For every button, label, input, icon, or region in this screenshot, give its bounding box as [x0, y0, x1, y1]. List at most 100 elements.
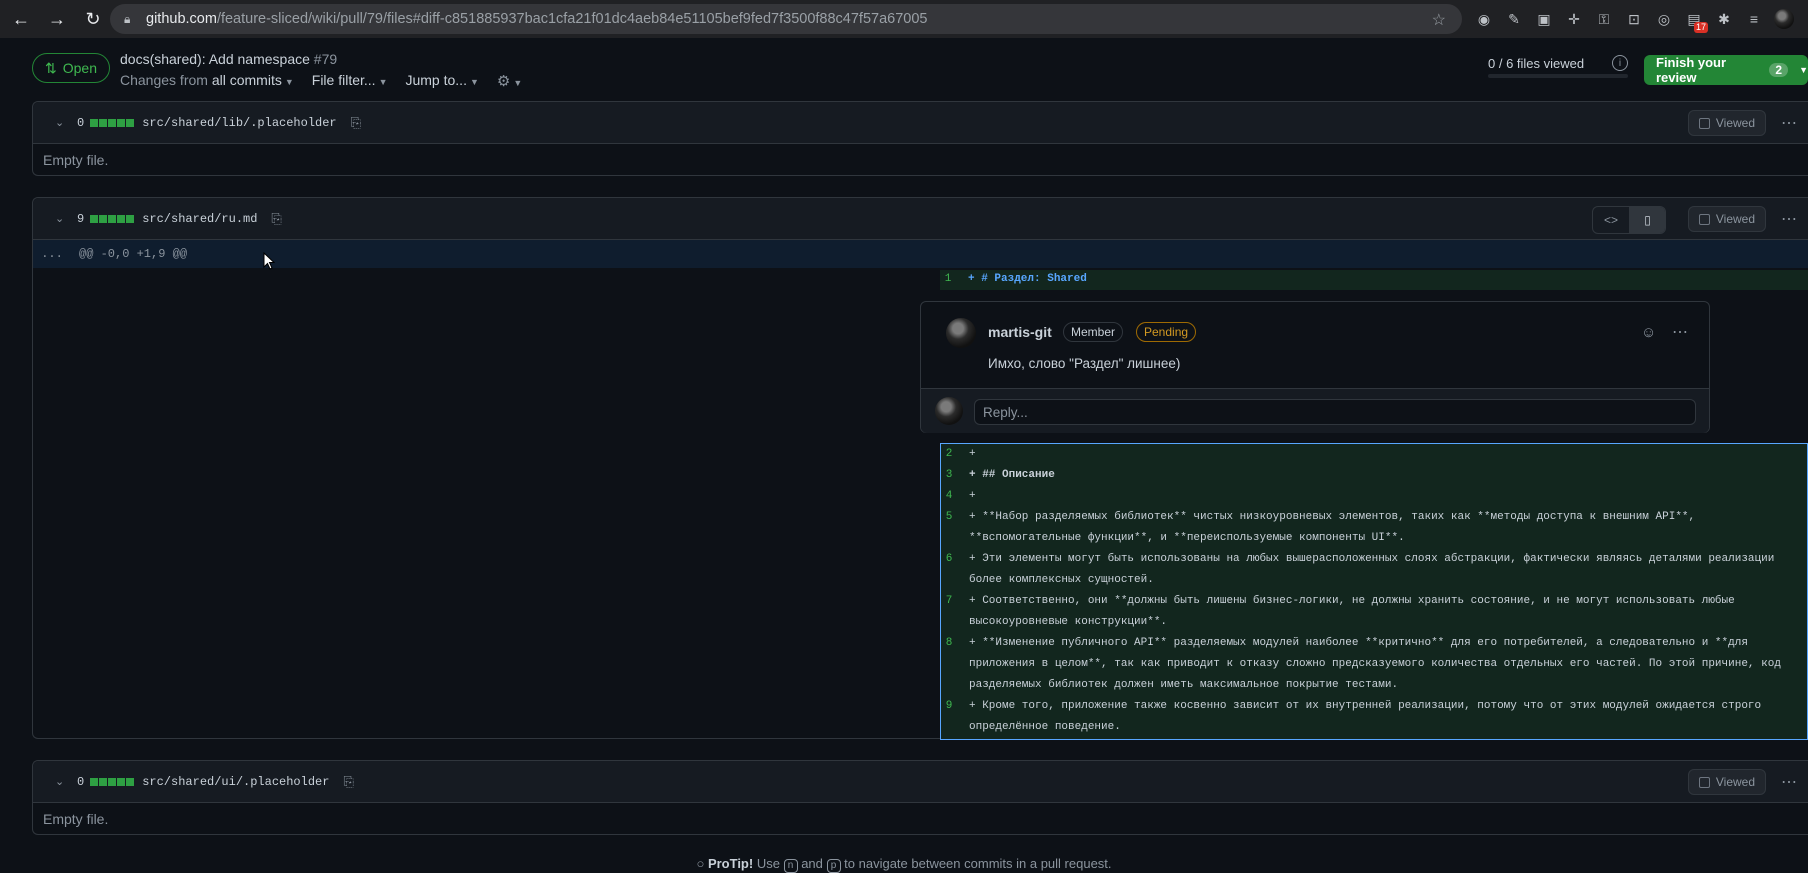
- line-content: +: [969, 490, 976, 502]
- extension-target-icon[interactable]: ◎: [1652, 7, 1676, 31]
- copy-icon[interactable]: ⎘: [271, 211, 281, 227]
- pr-number: #79: [313, 51, 338, 67]
- settings-dropdown[interactable]: ⚙ ▼: [497, 72, 522, 90]
- changes-from-dropdown[interactable]: Changes from all commits ▼: [120, 72, 294, 90]
- profile-avatar[interactable]: [1772, 7, 1796, 31]
- diffstat-bar: [90, 118, 135, 127]
- extension-badge: 17: [1693, 22, 1708, 33]
- file-path[interactable]: src/shared/ui/.placeholder: [142, 775, 329, 789]
- pr-status-badge: ⇅ Open: [32, 53, 110, 83]
- extensions-puzzle-icon[interactable]: ✱: [1712, 7, 1736, 31]
- copy-icon[interactable]: ⎘: [351, 115, 361, 131]
- viewed-toggle[interactable]: Viewed: [1687, 110, 1766, 136]
- line-number[interactable]: 3: [941, 465, 957, 486]
- chevron-down-icon: ▼: [469, 77, 479, 87]
- expand-hunk-button[interactable]: ...: [33, 247, 71, 261]
- line-content: + **Изменение публичного API** разделяем…: [969, 637, 1781, 691]
- hunk-range: @@ -0,0 +1,9 @@: [79, 247, 188, 261]
- avatar[interactable]: [946, 318, 976, 348]
- line-content: + Соответственно, они **должны быть лише…: [969, 595, 1735, 628]
- comment-author[interactable]: martis-git: [988, 324, 1052, 340]
- files-viewed-progress: [1488, 74, 1628, 78]
- chevron-down-icon: ▼: [513, 78, 523, 88]
- pr-status-label: Open: [62, 60, 97, 76]
- info-icon[interactable]: i: [1612, 55, 1628, 71]
- collapse-chevron-icon[interactable]: ⌄: [55, 116, 67, 129]
- line-content: +: [969, 448, 976, 460]
- line-number[interactable]: 8: [941, 633, 957, 654]
- line-content: + **Набор разделяемых библиотек** чистых…: [969, 511, 1696, 544]
- pending-comments-count: 2: [1769, 63, 1789, 77]
- file-header: ⌄ 0 src/shared/lib/.placeholder ⎘ Viewed…: [33, 102, 1808, 144]
- address-bar[interactable]: 🔒︎ github.com/feature-sliced/wiki/pull/7…: [110, 4, 1462, 34]
- line-number[interactable]: 4: [941, 486, 957, 507]
- pr-sticky-header: ⇅ Open docs(shared): Add namespace #79 C…: [0, 38, 1808, 92]
- kebab-menu-icon[interactable]: ⋯: [1672, 322, 1688, 342]
- line-content: + Эти элементы могут быть использованы н…: [969, 553, 1775, 586]
- reply-input[interactable]: Reply...: [974, 399, 1696, 425]
- diff-line-count: 9: [77, 211, 85, 226]
- line-number[interactable]: 9: [941, 696, 957, 717]
- finish-review-button[interactable]: Finish your review 2 ▼: [1644, 55, 1808, 85]
- protip-text: Use: [756, 856, 780, 871]
- line-number[interactable]: 2: [941, 444, 957, 465]
- kebab-menu-icon[interactable]: ⋯: [1781, 209, 1798, 229]
- line-number[interactable]: 7: [941, 591, 957, 612]
- jump-to-dropdown[interactable]: Jump to... ▼: [405, 72, 478, 90]
- empty-file-message: Empty file.: [43, 811, 109, 827]
- pr-title: docs(shared): Add namespace #79: [120, 51, 337, 67]
- back-icon[interactable]: ←: [6, 4, 36, 34]
- kbd-key: n: [783, 859, 798, 873]
- selected-diff-lines: 2 + 3 + ## Описание 4 + 5 + **Набор разд…: [940, 443, 1808, 740]
- diff-line[interactable]: 1 + # Раздел: Shared: [940, 270, 1808, 290]
- bookmark-star-icon[interactable]: ☆: [1432, 10, 1446, 30]
- protip-text: and: [801, 856, 823, 871]
- diff-line-count: 0: [77, 774, 85, 789]
- checkbox[interactable]: [1698, 213, 1710, 225]
- forward-icon[interactable]: →: [42, 4, 72, 34]
- extension-calendar-icon[interactable]: ▤ 17: [1682, 7, 1708, 33]
- extension-caption-icon[interactable]: ⊡: [1622, 7, 1646, 31]
- line-number[interactable]: 1: [940, 273, 956, 285]
- checkbox[interactable]: [1698, 117, 1710, 129]
- pull-request-icon: ⇅: [45, 59, 57, 76]
- file-header: ⌄ 0 src/shared/ui/.placeholder ⎘ Viewed …: [33, 761, 1808, 803]
- review-comment-thread: martis-git Member Pending ☺ ⋯ Имхо, слов…: [920, 301, 1710, 433]
- line-number[interactable]: 6: [941, 549, 957, 570]
- viewed-toggle[interactable]: Viewed: [1687, 769, 1766, 795]
- pending-badge: Pending: [1136, 322, 1197, 342]
- extension-cross-icon[interactable]: ✛: [1562, 7, 1586, 31]
- file-filter-dropdown[interactable]: File filter... ▼: [312, 72, 388, 90]
- changes-value: all commits: [211, 72, 282, 88]
- empty-file-message: Empty file.: [43, 152, 109, 168]
- collapse-chevron-icon[interactable]: ⌄: [55, 775, 67, 788]
- view-mode-toggle: <> ▯: [1592, 206, 1666, 234]
- changes-prefix: Changes from: [120, 72, 208, 88]
- line-content: + ## Описание: [969, 469, 1055, 481]
- kebab-menu-icon[interactable]: ⋯: [1781, 772, 1798, 792]
- reload-icon[interactable]: ↻: [78, 4, 108, 34]
- url-domain: github.com: [146, 11, 217, 27]
- collapse-chevron-icon[interactable]: ⌄: [55, 212, 67, 225]
- copy-icon[interactable]: ⎘: [343, 774, 353, 790]
- diffstat-bar: [90, 777, 135, 786]
- source-diff-icon[interactable]: <>: [1593, 207, 1629, 233]
- extension-screen-icon[interactable]: ▣: [1532, 7, 1556, 31]
- line-number[interactable]: 5: [941, 507, 957, 528]
- line-content: + # Раздел: Shared: [968, 273, 1087, 285]
- checkbox[interactable]: [1698, 776, 1710, 788]
- viewed-toggle[interactable]: Viewed: [1687, 206, 1766, 232]
- mouse-cursor-icon: [263, 252, 275, 270]
- extension-key-icon[interactable]: ⚿: [1592, 7, 1616, 31]
- smiley-icon[interactable]: ☺: [1641, 324, 1656, 341]
- reading-list-icon[interactable]: ≡: [1742, 7, 1766, 31]
- rich-diff-icon[interactable]: ▯: [1629, 207, 1665, 233]
- extension-owl-icon[interactable]: ◉: [1472, 7, 1496, 31]
- file-path[interactable]: src/shared/ru.md: [142, 212, 257, 226]
- role-badge: Member: [1063, 322, 1124, 342]
- protip-text: to navigate between commits in a pull re…: [844, 856, 1112, 871]
- file-path[interactable]: src/shared/lib/.placeholder: [142, 116, 336, 130]
- extension-pen-icon[interactable]: ✎: [1502, 7, 1526, 31]
- kebab-menu-icon[interactable]: ⋯: [1781, 113, 1798, 133]
- chevron-down-icon: ▼: [1799, 65, 1808, 75]
